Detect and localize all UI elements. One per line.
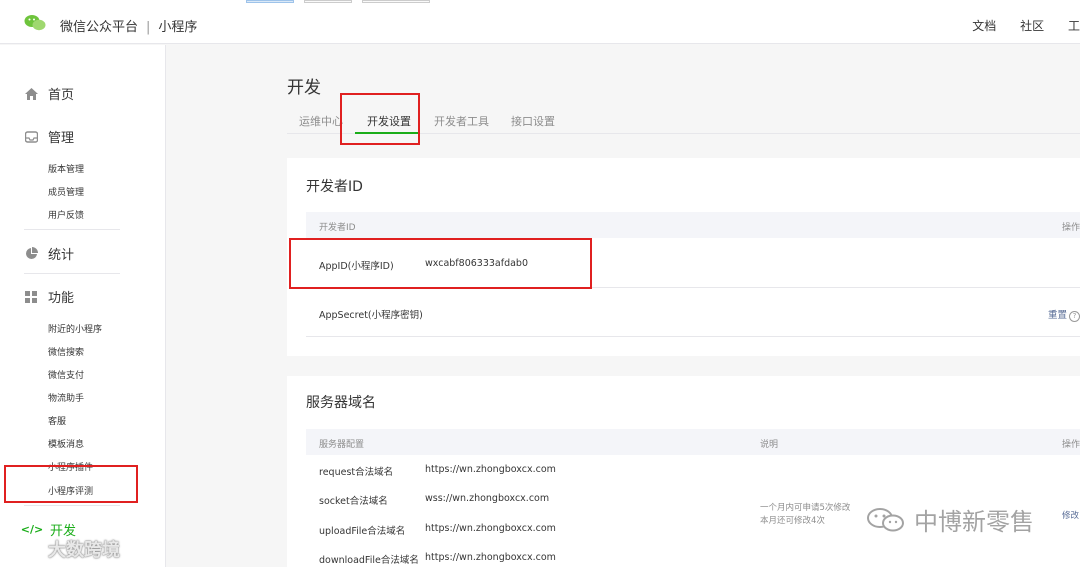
- sidebar-group-label: 功能: [48, 291, 75, 306]
- modify-domain-link[interactable]: 修改: [1062, 509, 1079, 521]
- downloadfile-domain-label: downloadFile合法域名: [319, 555, 419, 566]
- modify-limit-note: 一个月内可申请5次修改 本月还可修改4次: [760, 502, 850, 528]
- sidebar-group-features[interactable]: 功能: [24, 287, 74, 306]
- brand-separator: |: [146, 20, 151, 35]
- top-nav: 文档 社区 工具: [952, 17, 1080, 34]
- table-header: 服务器配置 说明 操作: [306, 429, 1080, 455]
- sidebar-item-member-manage[interactable]: 成员管理: [48, 185, 84, 198]
- sidebar-item-template-message[interactable]: 模板消息: [48, 437, 84, 450]
- sidebar-item-user-feedback[interactable]: 用户反馈: [48, 208, 84, 221]
- socket-domain-value: wss://wn.zhongboxcx.com: [425, 493, 550, 504]
- watermark-text: 大数跨境: [48, 540, 120, 561]
- column-header-action: 操作: [1062, 440, 1080, 450]
- sidebar-item-home[interactable]: 首页: [24, 84, 74, 103]
- grid-icon: [24, 290, 38, 304]
- card-title: 开发者ID: [306, 179, 363, 195]
- sidebar-item-nearby-miniprogram[interactable]: 附近的小程序: [48, 322, 102, 335]
- inbox-icon: [24, 130, 38, 144]
- brand-name: 微信公众平台: [60, 20, 139, 35]
- reset-label: 重置: [1048, 310, 1068, 321]
- tab-highlight-box: [340, 93, 420, 145]
- tab-api-settings[interactable]: 接口设置: [511, 113, 555, 129]
- uploadfile-domain-label: uploadFile合法域名: [319, 526, 406, 537]
- sidebar-divider: [24, 229, 120, 230]
- top-nav-community[interactable]: 社区: [1020, 17, 1044, 34]
- request-domain-value: https://wn.zhongboxcx.com: [425, 464, 556, 475]
- reset-appsecret-link[interactable]: 重置?: [1048, 307, 1080, 322]
- pie-chart-icon: [24, 247, 38, 261]
- card-title: 服务器域名: [306, 395, 376, 411]
- column-header: 服务器配置: [319, 440, 365, 450]
- top-header: 微信公众平台 | 小程序 文档 社区 工具: [0, 6, 1080, 44]
- column-header-action: 操作: [1062, 223, 1080, 233]
- downloadfile-domain-value: https://wn.zhongboxcx.com: [425, 552, 556, 563]
- platform-brand[interactable]: 微信公众平台 | 小程序: [60, 16, 197, 35]
- code-icon: </>: [20, 523, 44, 536]
- appid-highlight-box: [289, 238, 592, 289]
- wechat-watermark-icon: [867, 507, 904, 531]
- browser-tab[interactable]: [304, 0, 352, 3]
- develop-highlight-box: [4, 465, 138, 503]
- note-line: 一个月内可申请5次修改: [760, 503, 851, 513]
- watermark-zhongbo: 中博新零售: [866, 502, 1034, 537]
- server-domain-card: 服务器域名 服务器配置 说明 操作: [287, 376, 1080, 567]
- sidebar-divider: [24, 273, 120, 274]
- wechat-logo-icon[interactable]: [24, 14, 46, 32]
- row-divider: [306, 336, 1080, 337]
- sidebar-group-manage[interactable]: 管理: [24, 127, 74, 146]
- note-line: 本月还可修改4次: [760, 516, 825, 526]
- browser-tab[interactable]: [362, 0, 430, 3]
- request-domain-label: request合法域名: [319, 467, 394, 478]
- sidebar-item-customer-service[interactable]: 客服: [48, 414, 66, 427]
- home-icon: [24, 87, 38, 101]
- browser-tab[interactable]: [246, 0, 294, 3]
- sidebar-item-label: 首页: [48, 88, 75, 103]
- sidebar-item-stats[interactable]: 统计: [24, 244, 74, 263]
- sidebar-item-logistics[interactable]: 物流助手: [48, 391, 84, 404]
- uploadfile-domain-value: https://wn.zhongboxcx.com: [425, 523, 556, 534]
- sidebar-group-label: 管理: [48, 131, 75, 146]
- top-nav-docs[interactable]: 文档: [972, 17, 996, 34]
- sidebar-divider: [24, 505, 120, 506]
- help-icon[interactable]: ?: [1069, 311, 1080, 322]
- watermark-dashu: 大数跨境: [8, 536, 120, 562]
- product-name: 小程序: [158, 20, 198, 35]
- sidebar-item-label: 统计: [48, 248, 75, 263]
- table-header: 开发者ID 操作: [306, 212, 1080, 238]
- page-title: 开发: [287, 78, 321, 98]
- sidebar-item-version-manage[interactable]: 版本管理: [48, 162, 84, 175]
- socket-domain-label: socket合法域名: [319, 496, 388, 507]
- sidebar-item-wechat-search[interactable]: 微信搜索: [48, 345, 84, 358]
- top-nav-tools[interactable]: 工具: [1068, 17, 1080, 34]
- column-header-note: 说明: [760, 440, 779, 450]
- tab-ops-center[interactable]: 运维中心: [299, 113, 343, 129]
- sidebar-item-wechat-pay[interactable]: 微信支付: [48, 368, 84, 381]
- appsecret-label: AppSecret(小程序密钥): [319, 310, 423, 321]
- tab-dev-tools[interactable]: 开发者工具: [434, 113, 489, 129]
- column-header: 开发者ID: [319, 223, 356, 233]
- watermark-text: 中博新零售: [914, 508, 1034, 536]
